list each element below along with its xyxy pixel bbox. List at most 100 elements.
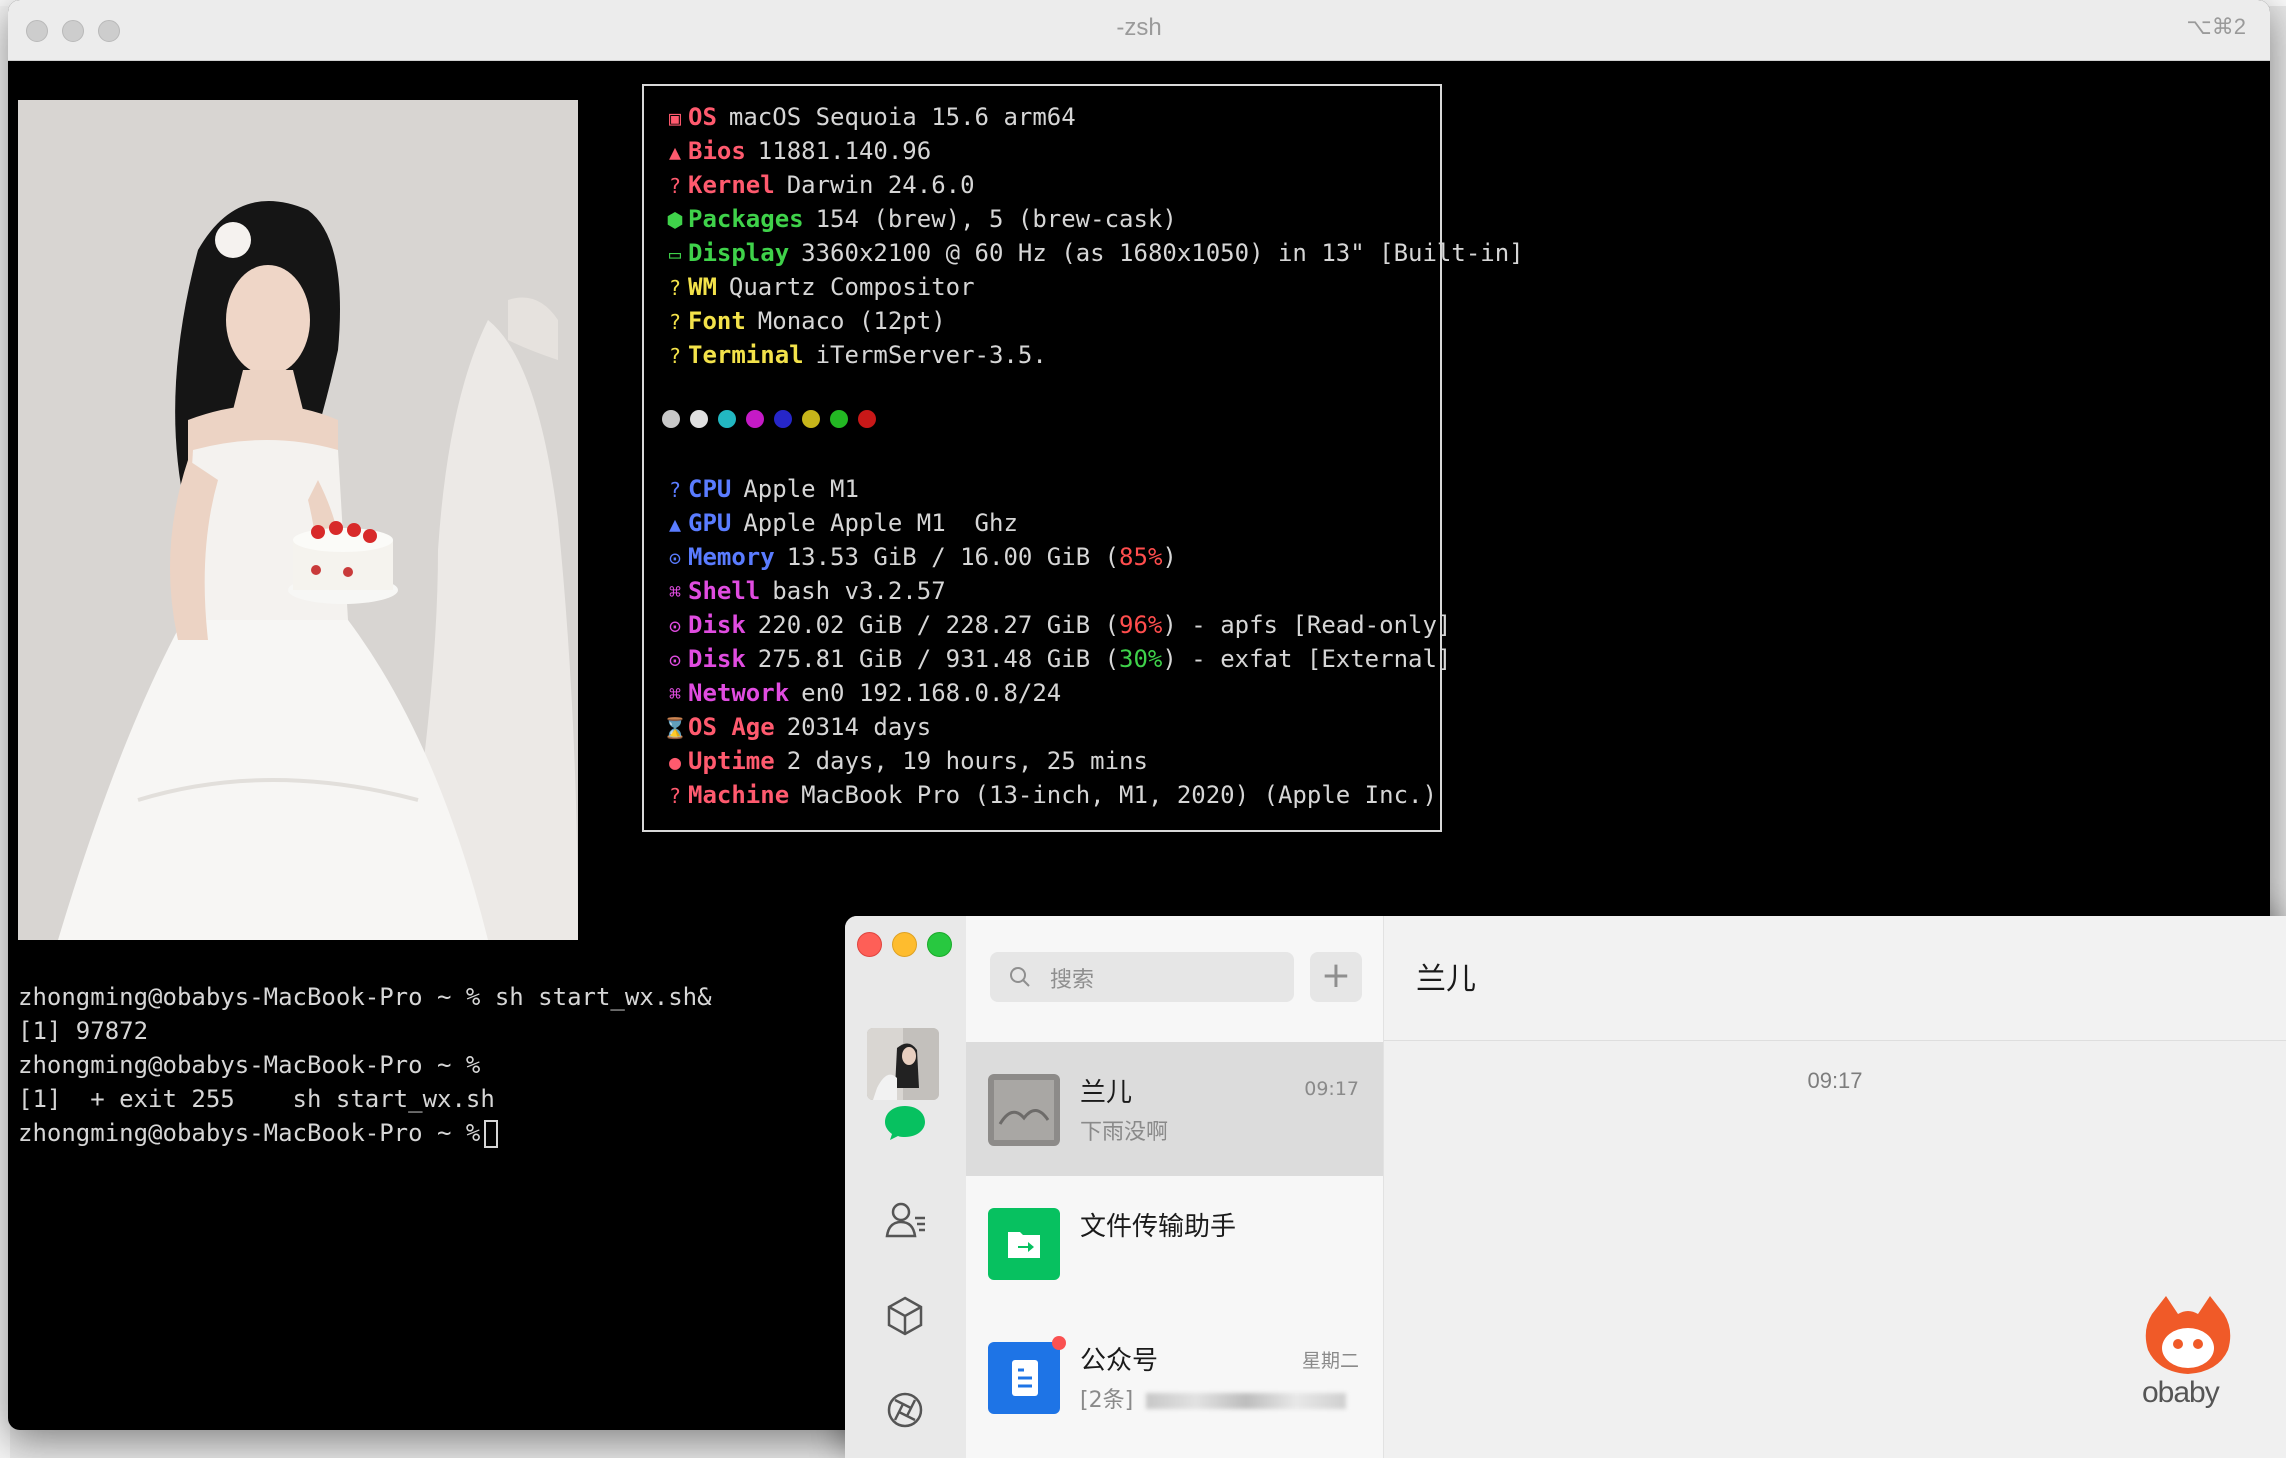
conversation-time: 星期二 bbox=[1301, 1350, 1359, 1372]
fastfetch-line-kernel: ? Kernel Darwin 24.6.0 bbox=[662, 168, 975, 202]
file-transfer-icon bbox=[988, 1208, 1060, 1280]
fastfetch-value: 275.81 GiB / 931.48 GiB (30%) - exfat [E… bbox=[758, 645, 1452, 673]
fastfetch-line-disk: ⊙ Disk 275.81 GiB / 931.48 GiB (30%) - exf… bbox=[662, 642, 1451, 676]
value-post: ) - apfs [Read-only] bbox=[1162, 611, 1452, 639]
wechat-minimize-button[interactable] bbox=[892, 932, 917, 957]
conversation-name: 公众号 bbox=[1080, 1346, 1159, 1376]
fastfetch-value: macOS Sequoia 15.6 arm64 bbox=[728, 103, 1076, 131]
contacts-icon[interactable] bbox=[881, 1196, 929, 1244]
search-icon bbox=[1010, 967, 1030, 987]
fastfetch-icon: ▭ bbox=[668, 242, 682, 266]
fastfetch-value: MacBook Pro (13-inch, M1, 2020) (Apple I… bbox=[801, 781, 1437, 809]
fastfetch-line-packages: ⬢ Packages 154 (brew), 5 (brew-cask) bbox=[662, 202, 1177, 236]
fastfetch-value: en0 192.168.0.8/24 bbox=[801, 679, 1062, 707]
conversation-avatar bbox=[988, 1074, 1060, 1146]
terminal-cursor[interactable] bbox=[484, 1120, 499, 1148]
fastfetch-line-bios: ▲ Bios 11881.140.96 bbox=[662, 134, 931, 168]
fastfetch-key: Disk bbox=[688, 645, 746, 673]
wechat-window[interactable]: 搜索 + 兰儿 下雨没啊 09:17 文件传输助手 公众号 [2条] 星期二 兰… bbox=[845, 916, 2286, 1458]
color-dot bbox=[774, 410, 792, 428]
fastfetch-key: Font bbox=[688, 307, 746, 335]
color-dot bbox=[802, 410, 820, 428]
fastfetch-line-gpu: ▲ GPU Apple Apple M1 Ghz bbox=[662, 506, 1018, 540]
terminal-output-line: zhongming@obabys-MacBook-Pro ~ % sh star… bbox=[18, 980, 712, 1014]
fastfetch-line-wm: ? WM Quartz Compositor bbox=[662, 270, 975, 304]
fastfetch-logo-photo bbox=[18, 100, 578, 940]
search-input[interactable]: 搜索 bbox=[990, 952, 1294, 1002]
fastfetch-line-machine: ? Machine MacBook Pro (13-inch, M1, 2020) … bbox=[662, 778, 1437, 812]
fastfetch-icon: ⌘ bbox=[668, 580, 682, 604]
terminal-output-text: [1] + exit 255 sh start_wx.sh bbox=[18, 1085, 495, 1113]
value-percent: 96% bbox=[1119, 611, 1163, 639]
fastfetch-key: Bios bbox=[688, 137, 746, 165]
chat-header: 兰儿 bbox=[1384, 916, 2286, 1041]
fastfetch-key: Memory bbox=[688, 543, 775, 571]
conversation-item-lan-er[interactable]: 兰儿 下雨没啊 09:17 bbox=[966, 1042, 1383, 1176]
fastfetch-key: Machine bbox=[688, 781, 790, 809]
fastfetch-icon: ⊙ bbox=[668, 546, 682, 570]
fastfetch-line-shell: ⌘ Shell bash v3.2.57 bbox=[662, 574, 946, 608]
fastfetch-line-terminal: ? Terminal iTermServer-3.5. bbox=[662, 338, 1047, 372]
fastfetch-key: OS Age bbox=[688, 713, 775, 741]
terminal-titlebar[interactable]: -zsh ⌥⌘2 bbox=[8, 0, 2270, 61]
terminal-output-text: [1] 97872 bbox=[18, 1017, 149, 1045]
fastfetch-key: Shell bbox=[688, 577, 761, 605]
fastfetch-key: Packages bbox=[688, 205, 804, 233]
terminal-output-line: zhongming@obabys-MacBook-Pro ~ % bbox=[18, 1048, 480, 1082]
color-dot bbox=[830, 410, 848, 428]
wechat-close-button[interactable] bbox=[857, 932, 882, 957]
conversation-preview: [2条] bbox=[1080, 1382, 1347, 1414]
wechat-sidebar bbox=[845, 916, 966, 1458]
value-pre: 13.53 GiB / 16.00 GiB ( bbox=[786, 543, 1120, 571]
fastfetch-icon: ⊙ bbox=[668, 648, 682, 672]
fastfetch-value: Darwin 24.6.0 bbox=[786, 171, 975, 199]
fastfetch-value: 154 (brew), 5 (brew-cask) bbox=[815, 205, 1177, 233]
unread-badge bbox=[1052, 1336, 1066, 1350]
favorites-cube-icon[interactable] bbox=[881, 1292, 929, 1340]
fastfetch-line-memory: ⊙ Memory 13.53 GiB / 16.00 GiB (85%) bbox=[662, 540, 1177, 574]
fastfetch-key: Disk bbox=[688, 611, 746, 639]
fastfetch-icon: ● bbox=[668, 750, 682, 774]
fastfetch-key: GPU bbox=[688, 509, 732, 537]
conversation-item-official-accounts[interactable]: 公众号 [2条] 星期二 bbox=[966, 1310, 1383, 1444]
window-title: -zsh bbox=[1116, 14, 1162, 41]
fastfetch-key: Uptime bbox=[688, 747, 775, 775]
fastfetch-value: 11881.140.96 bbox=[757, 137, 932, 165]
moments-icon[interactable] bbox=[881, 1386, 929, 1434]
chat-title: 兰儿 bbox=[1416, 962, 1476, 997]
fastfetch-icon: ? bbox=[668, 344, 682, 368]
fastfetch-icon: ▣ bbox=[668, 106, 682, 130]
fastfetch-line-cpu: ? CPU Apple M1 bbox=[662, 472, 859, 506]
conversation-item-file-transfer[interactable]: 文件传输助手 bbox=[966, 1176, 1383, 1310]
fastfetch-value: Apple M1 bbox=[743, 475, 859, 503]
fastfetch-value: 220.02 GiB / 228.27 GiB (96%) - apfs [Re… bbox=[758, 611, 1452, 639]
color-dot bbox=[746, 410, 764, 428]
fastfetch-icon: ▲ bbox=[668, 140, 682, 164]
fastfetch-value: Monaco (12pt) bbox=[757, 307, 946, 335]
fastfetch-key: CPU bbox=[688, 475, 732, 503]
obaby-logo-icon bbox=[2145, 1296, 2231, 1374]
blurred-preview-text bbox=[1146, 1393, 1347, 1409]
fastfetch-line-display: ▭ Display 3360x2100 @ 60 Hz (as 1680x1050)… bbox=[662, 236, 1524, 270]
terminal-output-text: zhongming@obabys-MacBook-Pro ~ % bbox=[18, 1119, 481, 1147]
fastfetch-key: Terminal bbox=[688, 341, 804, 369]
add-button[interactable]: + bbox=[1310, 952, 1362, 1002]
fastfetch-value: bash v3.2.57 bbox=[772, 577, 946, 605]
watermark-text: obaby bbox=[2142, 1376, 2220, 1409]
terminal-output-line: [1] 97872 bbox=[18, 1014, 148, 1048]
chat-icon[interactable] bbox=[881, 1098, 929, 1146]
fastfetch-icon: ⌘ bbox=[668, 682, 682, 706]
fastfetch-icon: ⊙ bbox=[668, 614, 682, 638]
wechat-zoom-button[interactable] bbox=[927, 932, 952, 957]
fastfetch-line-font: ? Font Monaco (12pt) bbox=[662, 304, 946, 338]
fastfetch-value: 13.53 GiB / 16.00 GiB (85%) bbox=[787, 543, 1177, 571]
fastfetch-value: iTermServer-3.5. bbox=[815, 341, 1047, 369]
fastfetch-icon: ▲ bbox=[668, 512, 682, 536]
conversation-name: 兰儿 bbox=[1080, 1078, 1133, 1108]
conversation-time: 09:17 bbox=[1304, 1078, 1359, 1100]
user-avatar[interactable] bbox=[867, 1028, 939, 1100]
color-dot bbox=[690, 410, 708, 428]
fastfetch-icon: ? bbox=[668, 276, 682, 300]
fastfetch-icon: ? bbox=[668, 174, 682, 198]
window-shortcut-label: ⌥⌘2 bbox=[2186, 14, 2246, 39]
